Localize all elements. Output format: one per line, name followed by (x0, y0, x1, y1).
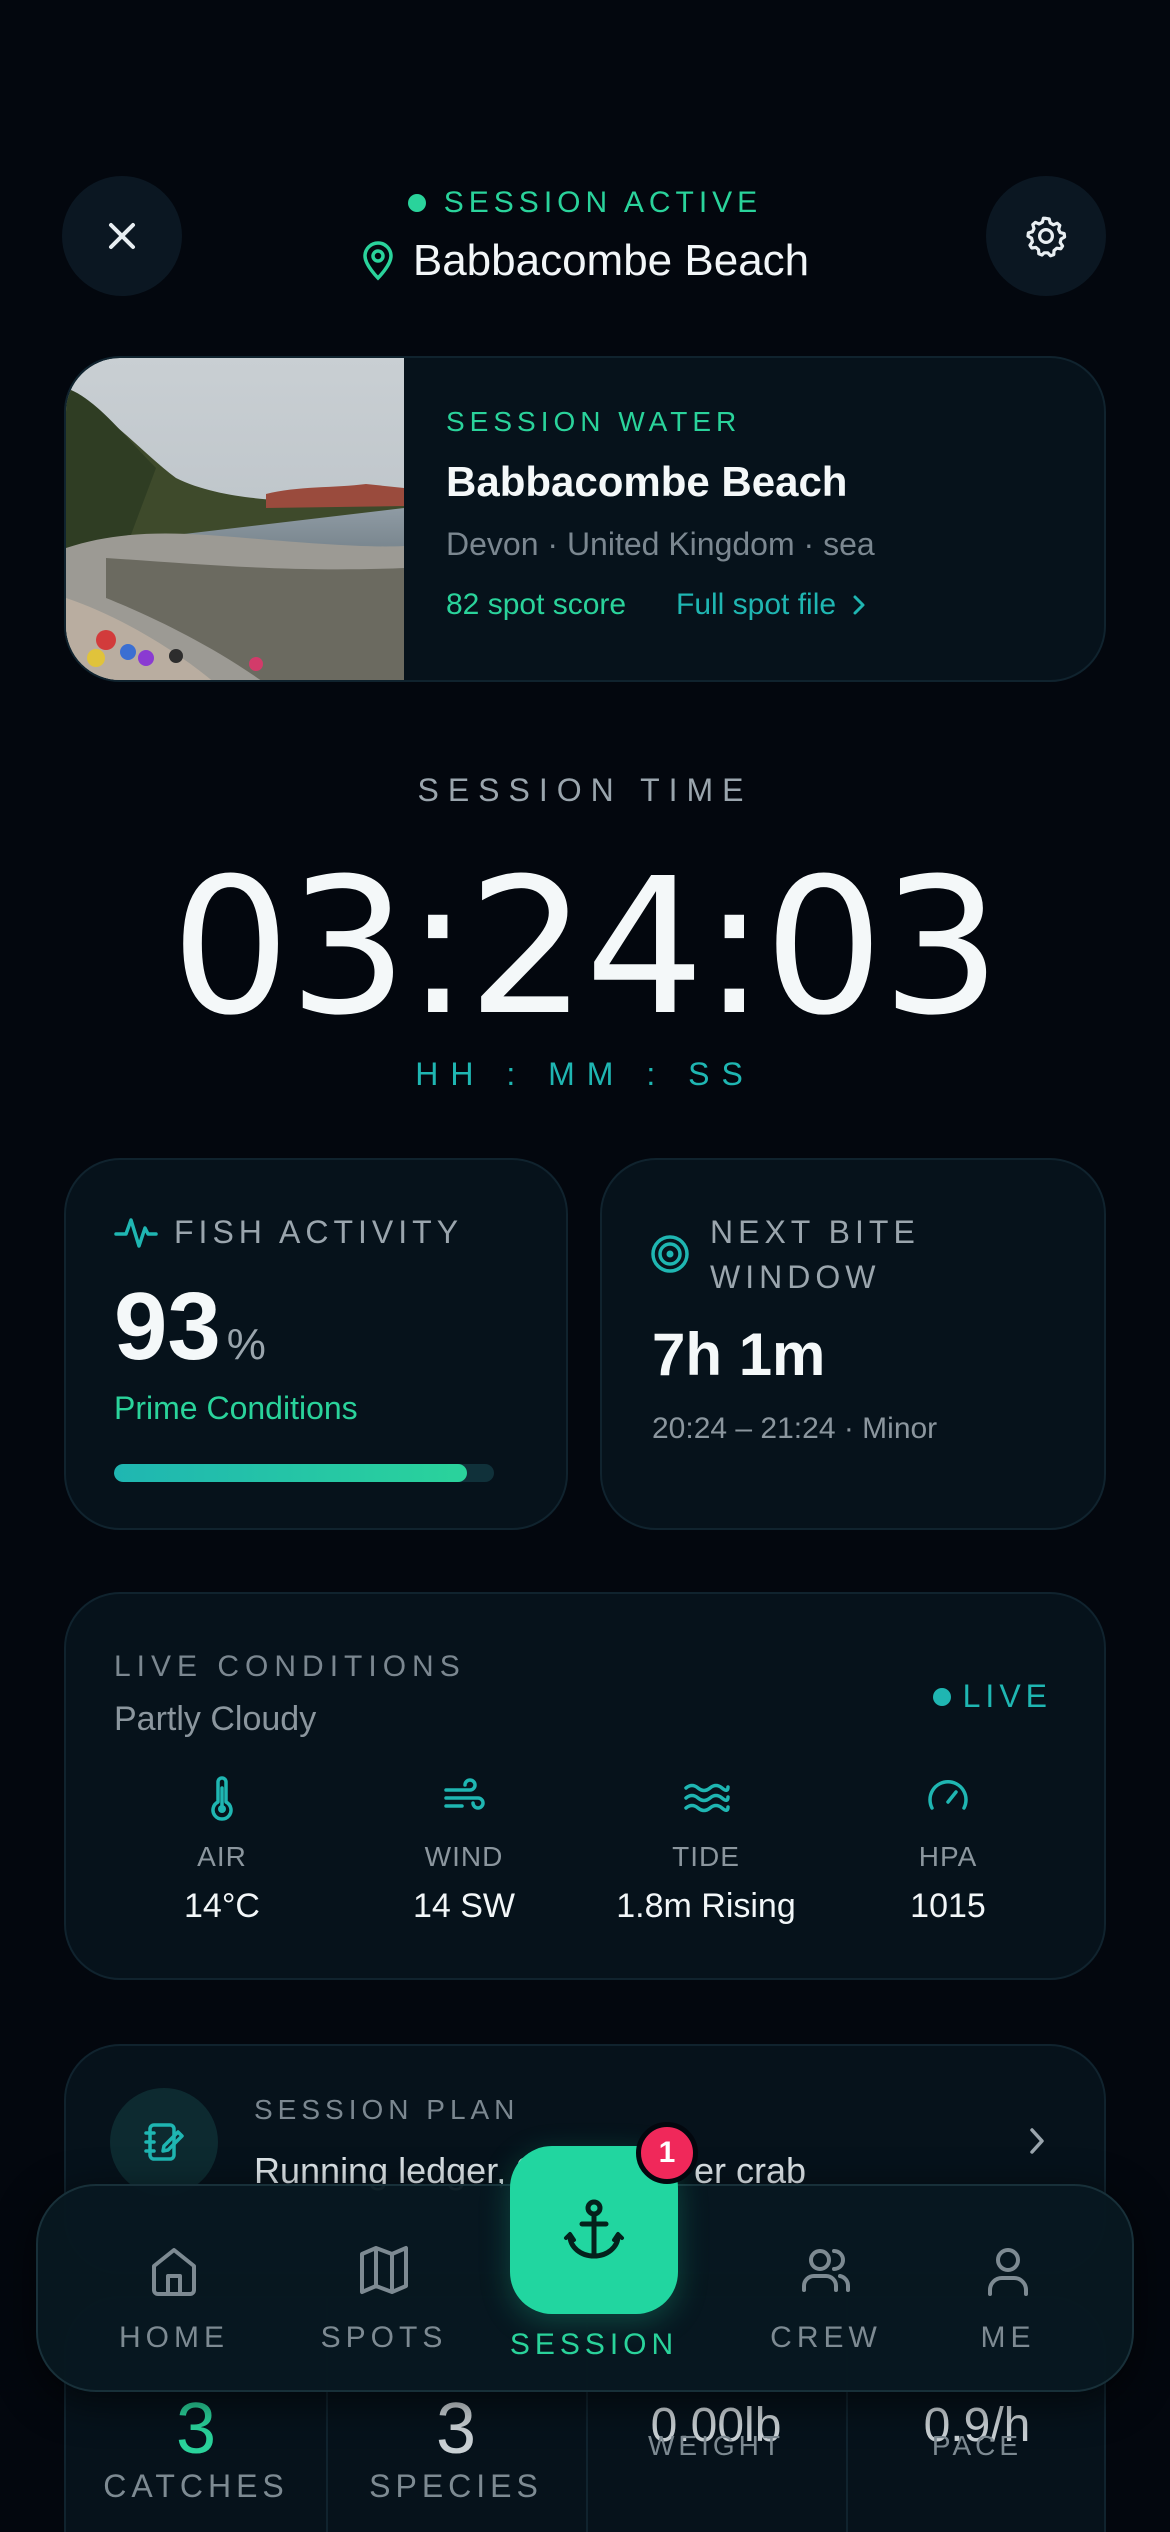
live-badge-label: LIVE (962, 1678, 1052, 1714)
full-spot-file-link[interactable]: Full spot file (676, 588, 868, 622)
nav-me[interactable]: ME (918, 2240, 1098, 2355)
target-icon (651, 1235, 689, 1273)
live-dot (932, 1687, 951, 1706)
fish-activity-unit: % (226, 1320, 266, 1369)
gear-icon (1026, 216, 1067, 258)
species-value: 3 (435, 2389, 477, 2469)
spot-photo (66, 358, 404, 680)
condition-pressure: HPA 1015 (828, 1774, 1068, 1926)
next-bite-window-time: 20:24 – 21:24 · Minor (652, 1412, 938, 1445)
nav-home-label: HOME (119, 2321, 229, 2354)
fish-activity-title: FISH ACTIVITY (174, 1214, 464, 1250)
status-dot (407, 194, 426, 212)
nav-home[interactable]: HOME (84, 2240, 264, 2355)
waves-icon (684, 1783, 730, 1813)
spot-score: 82 spot score (446, 588, 627, 621)
fish-activity-progress-fill (114, 1464, 468, 1482)
gauge-icon (928, 1780, 968, 1810)
nav-crew[interactable]: CREW (736, 2240, 916, 2355)
home-icon (152, 2248, 196, 2296)
fish-activity-progress-track (114, 1464, 494, 1482)
species-label: SPECIES (369, 2468, 543, 2504)
conditions-summary: Partly Cloudy (114, 1700, 317, 1738)
next-bite-title-line2: WINDOW (710, 1259, 881, 1295)
condition-wind: WIND 14 SW (344, 1774, 584, 1926)
condition-pressure-label: HPA (918, 1841, 978, 1872)
session-water-card[interactable]: SESSION WATER Babbacombe Beach Devon · U… (64, 356, 1106, 682)
user-icon (988, 2248, 1028, 2296)
status-text: SESSION ACTIVE (443, 186, 763, 219)
next-bite-countdown: 7h 1m (652, 1321, 826, 1388)
notebook-pen-icon (144, 2123, 184, 2161)
chevron-right-icon (1030, 2128, 1044, 2154)
condition-tide: TIDE 1.8m Rising (586, 1774, 826, 1926)
condition-wind-value: 14 SW (412, 1887, 516, 1925)
nav-spots-label: SPOTS (320, 2321, 448, 2354)
users-icon (802, 2249, 850, 2292)
session-notification-badge: 1 (636, 2122, 698, 2184)
location-name: Babbacombe Beach (412, 236, 810, 285)
catches-value: 3 (175, 2389, 217, 2469)
condition-tide-label: TIDE (672, 1841, 740, 1872)
condition-tide-value: 1.8m Rising (616, 1887, 796, 1925)
condition-air-label: AIR (197, 1841, 247, 1872)
condition-pressure-value: 1015 (910, 1887, 986, 1925)
plan-icon-wrap (110, 2088, 218, 2196)
next-bite-window-card[interactable]: NEXT BITE WINDOW 7h 1m 20:24 – 21:24 · M… (600, 1158, 1106, 1530)
catches-label: CATCHES (103, 2468, 289, 2504)
chevron-right-icon (853, 595, 865, 615)
session-timer: 03:24:03 (170, 838, 1001, 1057)
weight-label: WEIGHT (648, 2430, 784, 2461)
water-name: Babbacombe Beach (446, 458, 848, 505)
nav-session-label: SESSION (509, 2328, 679, 2361)
live-conditions-title: LIVE CONDITIONS (114, 1650, 466, 1683)
session-time-label: SESSION TIME (417, 772, 753, 808)
pace-label: PACE (931, 2430, 1023, 2461)
timer-units: HH : MM : SS (415, 1056, 755, 1092)
map-pin-icon (363, 241, 393, 281)
live-badge: LIVE (932, 1678, 1052, 1715)
condition-air-value: 14°C (184, 1887, 260, 1925)
wind-icon (444, 1778, 485, 1810)
nav-me-label: ME (980, 2321, 1036, 2354)
thermometer-icon (211, 1776, 233, 1821)
fish-activity-value: 93 (114, 1273, 221, 1380)
fish-activity-score: 93 % (114, 1272, 266, 1382)
fish-activity-card[interactable]: FISH ACTIVITY 93 % Prime Conditions (64, 1158, 568, 1530)
fish-activity-status: Prime Conditions (114, 1390, 358, 1426)
full-spot-file-label: Full spot file (676, 588, 837, 621)
session-plan-title: SESSION PLAN (254, 2094, 520, 2125)
nav-crew-label: CREW (770, 2321, 882, 2354)
nav-spots[interactable]: SPOTS (294, 2240, 474, 2355)
map-icon (360, 2246, 408, 2294)
settings-button[interactable] (986, 176, 1106, 296)
activity-pulse-icon (114, 1218, 158, 1248)
next-bite-title-line1: NEXT BITE (710, 1214, 920, 1250)
anchor-icon (564, 2199, 624, 2259)
condition-air: AIR 14°C (102, 1774, 342, 1926)
water-eyebrow: SESSION WATER (446, 406, 742, 437)
water-meta: Devon · United Kingdom · sea (446, 526, 875, 562)
condition-wind-label: WIND (424, 1841, 504, 1872)
